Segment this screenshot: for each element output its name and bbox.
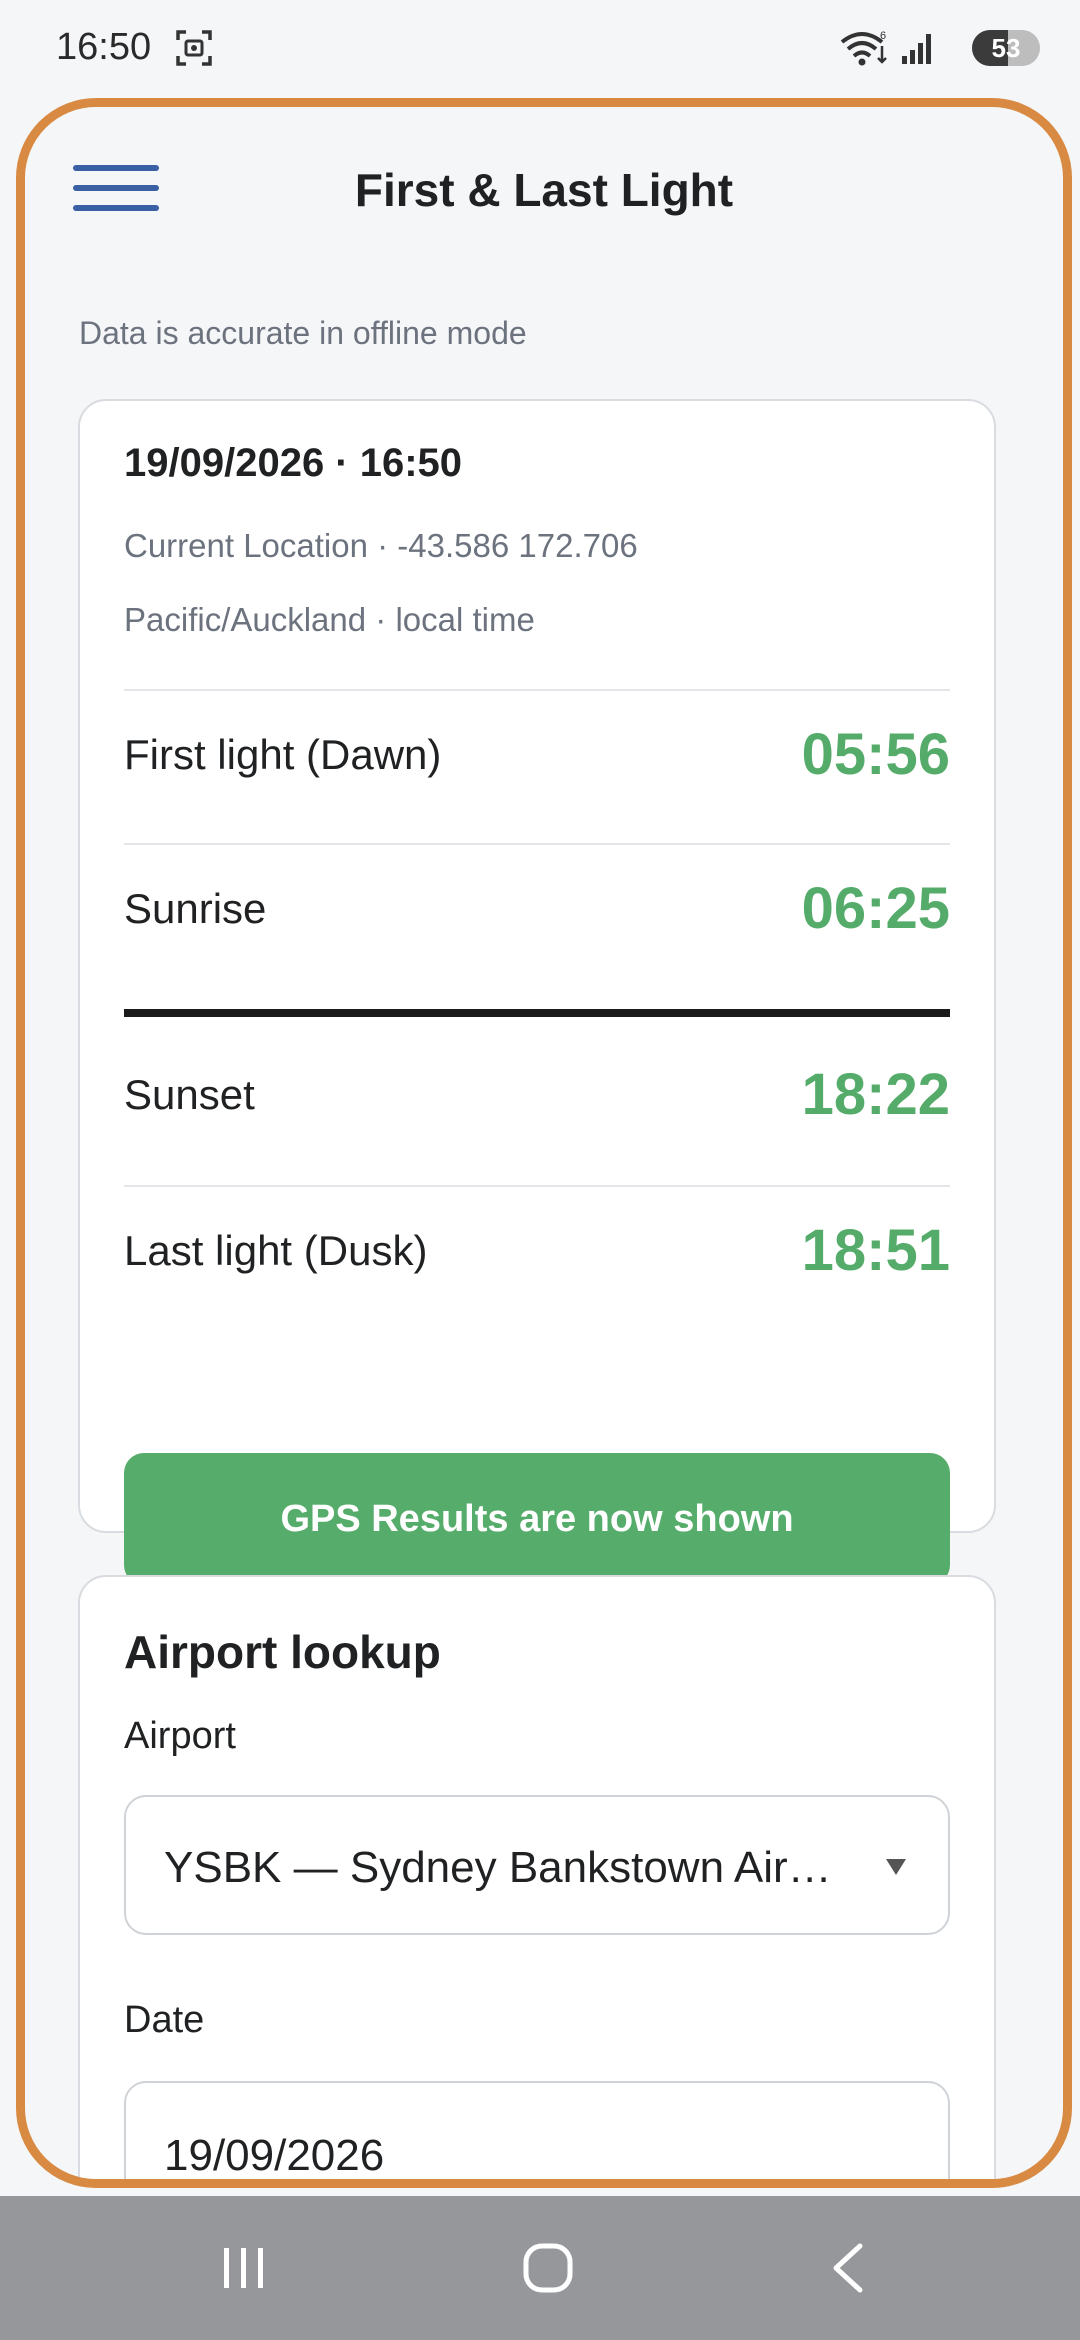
app-content: First & Last Light Data is accurate in o…: [25, 107, 1063, 2179]
divider: [124, 1185, 950, 1187]
date-input[interactable]: 19/09/2026: [124, 2081, 950, 2180]
sunrise-row: Sunrise 06:25: [124, 855, 950, 955]
wifi-icon: 6: [840, 30, 887, 66]
app-frame: First & Last Light Data is accurate in o…: [16, 98, 1072, 2188]
first-light-label: First light (Dawn): [124, 731, 442, 778]
sunrise-label: Sunrise: [124, 885, 267, 932]
airport-lookup-heading: Airport lookup: [124, 1626, 441, 1678]
date-field-label: Date: [124, 1999, 205, 2041]
airport-select-value: YSBK — Sydney Bankstown Airport: [164, 1843, 848, 1892]
day-divider: [124, 1009, 950, 1017]
svg-text:6: 6: [880, 30, 886, 42]
divider: [124, 843, 950, 845]
airport-select[interactable]: YSBK — Sydney Bankstown Airport: [124, 1795, 950, 1935]
current-datetime: 19/09/2026 · 16:50: [124, 441, 463, 485]
home-icon[interactable]: [520, 2240, 576, 2296]
page-title: First & Last Light: [354, 164, 734, 216]
sunset-row: Sunset 18:22: [124, 1041, 950, 1141]
status-bar: 16:50 6 53: [0, 0, 1080, 96]
last-light-value: 18:51: [801, 1218, 950, 1283]
light-times-card: 19/09/2026 · 16:50 Current Location · -4…: [78, 399, 996, 1585]
first-light-value: 05:56: [801, 722, 950, 787]
last-light-row: Last light (Dusk) 18:51: [124, 1197, 950, 1297]
battery-icon: 53: [972, 30, 1040, 66]
recents-icon[interactable]: [218, 2242, 270, 2294]
date-input-value: 19/09/2026: [164, 2131, 385, 2180]
system-nav-bar: [0, 2196, 1080, 2340]
gps-results-button[interactable]: GPS Results are now shown: [124, 1453, 950, 1585]
last-light-label: Last light (Dusk): [124, 1227, 428, 1274]
app-header: First & Last Light: [25, 107, 1063, 277]
first-light-row: First light (Dawn) 05:56: [124, 701, 950, 801]
signal-icon: [902, 34, 931, 64]
screenshot-icon: [176, 30, 212, 66]
current-location: Current Location · -43.586 172.706: [124, 527, 638, 564]
divider: [124, 689, 950, 691]
dropdown-arrow-icon: [886, 1859, 906, 1875]
sunrise-value: 06:25: [801, 876, 950, 941]
back-icon[interactable]: [826, 2240, 870, 2296]
timezone-label: Pacific/Auckland · local time: [124, 601, 535, 638]
airport-lookup-card: Airport lookup Airport YSBK — Sydney Ban…: [78, 1575, 996, 2180]
airport-field-label: Airport: [124, 1715, 236, 1757]
sunset-label: Sunset: [124, 1071, 255, 1118]
sunset-value: 18:22: [801, 1062, 950, 1127]
offline-note: Data is accurate in offline mode: [79, 315, 527, 351]
battery-level: 53: [991, 33, 1021, 63]
status-time: 16:50: [56, 26, 152, 68]
